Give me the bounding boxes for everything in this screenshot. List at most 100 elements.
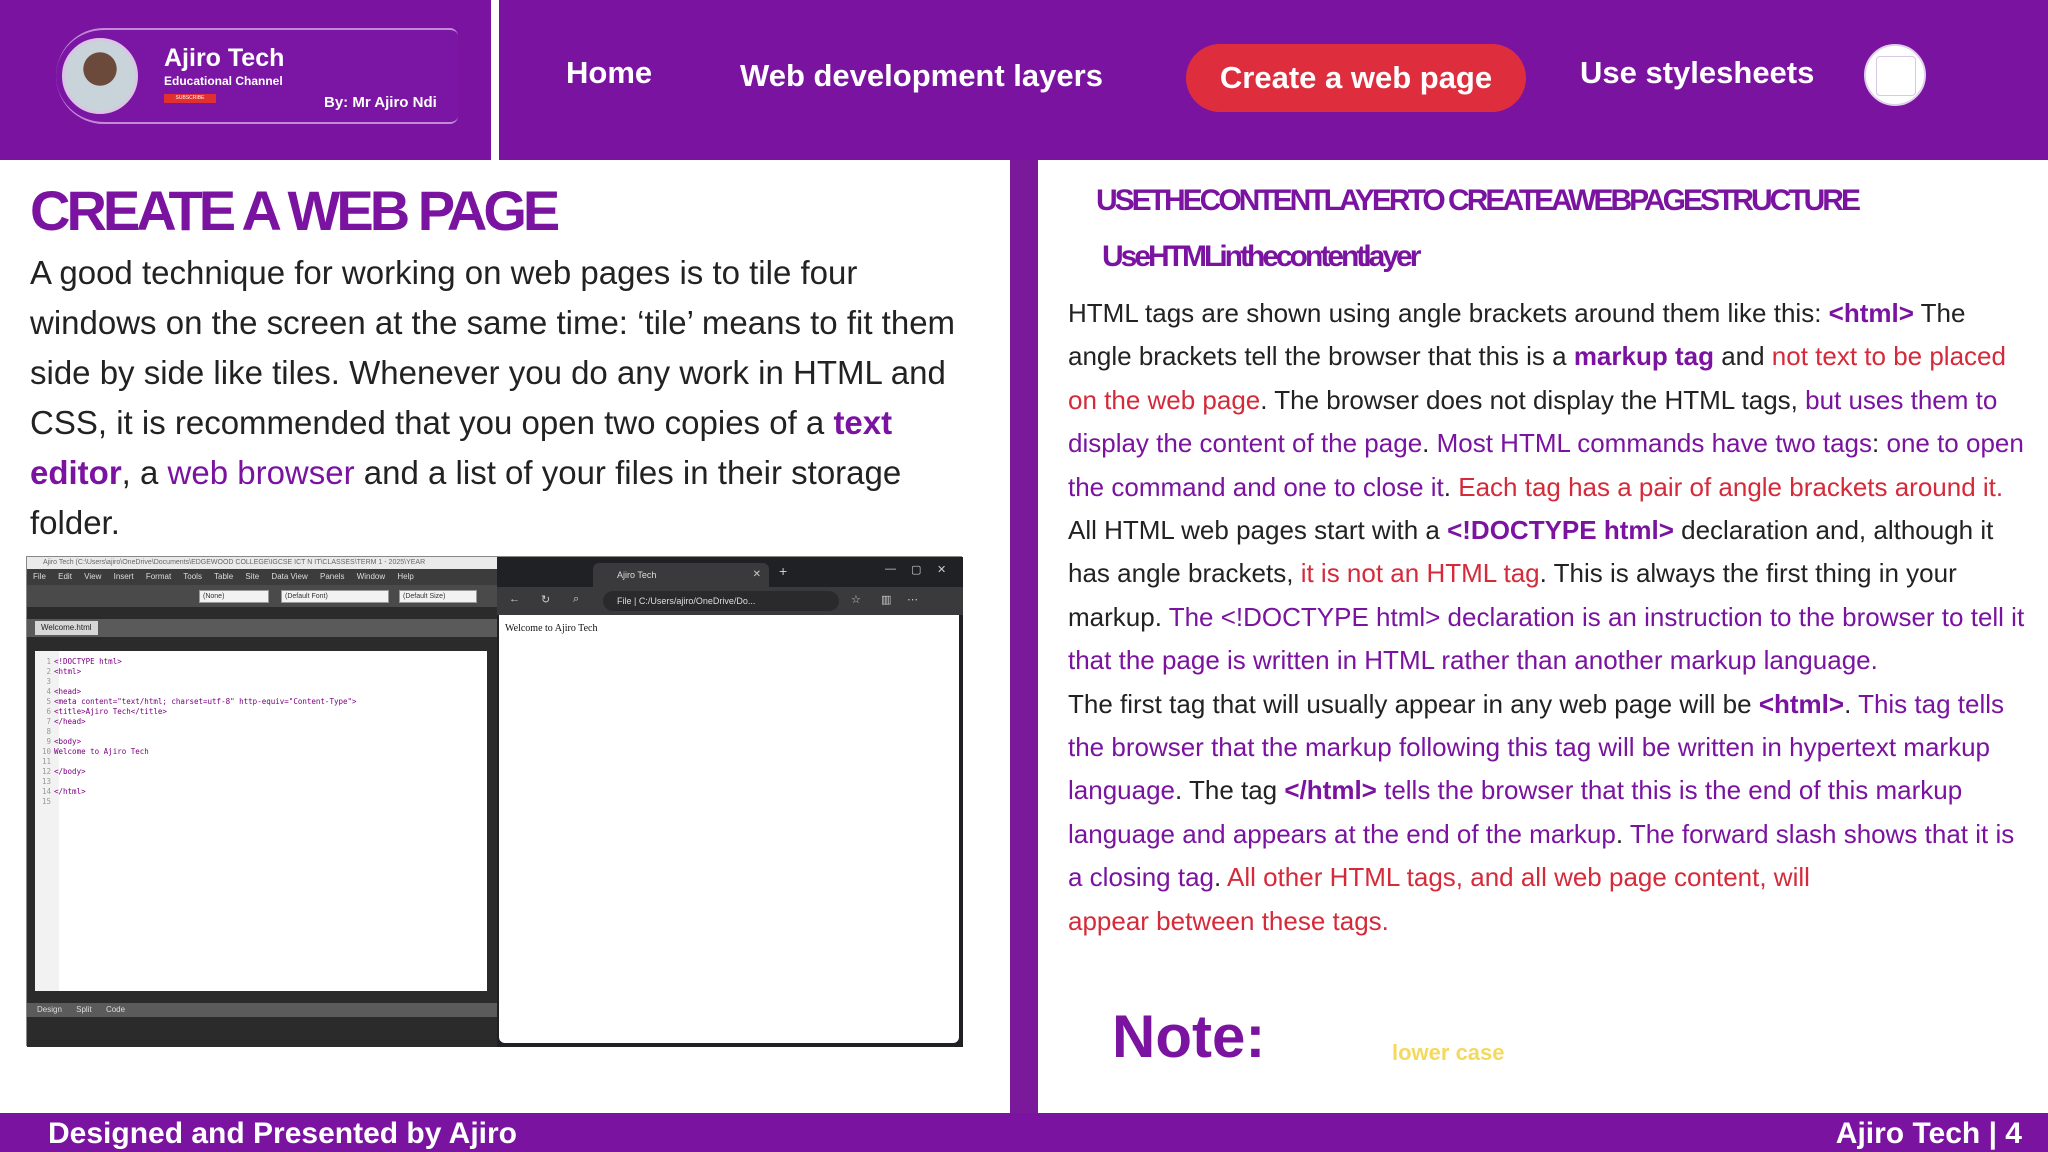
body-text-segment [1377, 775, 1384, 805]
code-text: <head> [54, 687, 82, 696]
menu-data-view[interactable]: Data View [271, 572, 307, 581]
maximize-icon[interactable]: ▢ [911, 563, 921, 576]
close-tab-icon[interactable]: ✕ [753, 563, 761, 587]
body-text-segment: <!DOCTYPE html> [1447, 515, 1674, 546]
editor-title-bar: Ajiro Tech (C:\Users\ajiro\OneDrive\Docu… [27, 557, 497, 569]
line-number: 7 [46, 717, 51, 726]
footer-page-number: Ajiro Tech | 4 [1835, 1117, 2022, 1150]
line-number: 3 [46, 677, 51, 686]
minimize-icon[interactable]: — [885, 563, 896, 575]
nav-web-development-layers[interactable]: Web development layers [740, 58, 1103, 94]
line-number: 4 [46, 687, 51, 696]
browser-tab-bar: Ajiro Tech ✕ + — ▢ ✕ [497, 557, 963, 587]
line-number: 12 [41, 767, 51, 776]
body-text-segment: markup tag [1573, 341, 1714, 372]
footer-bar: Designed and Presented by Ajiro Ajiro Te… [0, 1113, 2048, 1152]
channel-logo[interactable]: Ajiro Tech Educational Channel SUBSCRIBE… [56, 28, 458, 124]
logo-byline: By: Mr Ajiro Ndi [324, 94, 437, 111]
body-text-segment: . The browser does not display the HTML … [1260, 384, 1806, 415]
url-text: C:/Users/ajiro/OneDrive/Do... [638, 596, 756, 606]
browser-tab-title: Ajiro Tech [617, 570, 657, 580]
code-line: 14 </html> [37, 787, 86, 797]
search-icon[interactable]: ⌕ [573, 593, 579, 606]
editor-menu-bar: File Edit View Insert Format Tools Table… [27, 569, 497, 585]
code-text: </body> [54, 767, 86, 776]
intro-text-1: A good technique for working on web page… [30, 254, 956, 441]
body-text-segment: . [1422, 428, 1437, 459]
text-editor-window: Ajiro Tech (C:\Users\ajiro\OneDrive\Docu… [27, 557, 497, 1047]
size-dropdown[interactable]: (Default Size) [399, 590, 477, 603]
code-text: <body> [54, 737, 82, 746]
nav-home[interactable]: Home [566, 55, 652, 91]
menu-window[interactable]: Window [357, 572, 385, 581]
code-text: <!DOCTYPE html> [54, 657, 122, 666]
menu-edit[interactable]: Edit [58, 572, 72, 581]
view-code[interactable]: Code [106, 1005, 125, 1014]
code-text: <html> [54, 667, 82, 676]
file-tab-welcome[interactable]: Welcome.html [35, 621, 98, 635]
line-number: 10 [41, 747, 51, 756]
line-number: 14 [41, 787, 51, 796]
line-number: 8 [46, 727, 51, 736]
url-field[interactable]: File | C:/Users/ajiro/OneDrive/Do... [603, 591, 839, 611]
code-area[interactable]: 1 <!DOCTYPE html> 2 <html> 3 4 <head> 5 <meta co… [35, 651, 487, 991]
logo-title: Ajiro Tech [164, 44, 285, 72]
menu-format[interactable]: Format [146, 572, 171, 581]
note-label: Note: [1112, 1003, 1266, 1070]
nav-create-a-web-page[interactable]: Create a web page [1186, 44, 1526, 112]
menu-tools[interactable]: Tools [183, 572, 202, 581]
code-line: 11 [37, 757, 54, 767]
body-text-segment: HTML tags are shown using angle brackets… [1068, 298, 1829, 328]
section-heading: USETHECONTENTLAYERTO CREATEAWEBPAGESTRUC… [1096, 184, 1861, 217]
view-split[interactable]: Split [76, 1005, 92, 1014]
back-icon[interactable]: ← [509, 593, 520, 605]
menu-table[interactable]: Table [214, 572, 233, 581]
view-switcher: Design Split Code [27, 1003, 497, 1017]
code-text: <title>Ajiro Tech</title> [54, 707, 167, 716]
right-panel: USETHECONTENTLAYERTO CREATEAWEBPAGESTRUC… [1038, 160, 2048, 1113]
section-subheading: UseHTMLinthecontentlayer [1102, 240, 1421, 273]
header-divider [491, 0, 499, 160]
logo-subtitle: Educational Channel [164, 74, 283, 88]
style-dropdown[interactable]: (None) [199, 590, 269, 603]
line-number: 15 [41, 797, 51, 806]
home-icon[interactable] [1864, 44, 1926, 106]
favorite-icon[interactable]: ☆ [851, 593, 861, 606]
body-text-segment: The <!DOCTYPE html> declaration is an in… [1068, 601, 2025, 676]
tiled-windows-screenshot: Ajiro Tech (C:\Users\ajiro\OneDrive\Docu… [26, 556, 963, 1047]
refresh-icon[interactable]: ↻ [541, 593, 550, 606]
menu-panels[interactable]: Panels [320, 572, 344, 581]
code-text: </head> [54, 717, 86, 726]
logo-area: Ajiro Tech Educational Channel SUBSCRIBE… [0, 0, 491, 160]
header-bar: Ajiro Tech Educational Channel SUBSCRIBE… [0, 0, 2048, 160]
subscribe-button[interactable]: SUBSCRIBE [164, 94, 216, 103]
body-text-segment: . [1615, 818, 1630, 849]
close-window-icon[interactable]: ✕ [937, 563, 946, 576]
menu-view[interactable]: View [84, 572, 101, 581]
new-tab-icon[interactable]: + [779, 563, 787, 579]
menu-help[interactable]: Help [397, 572, 413, 581]
font-dropdown[interactable]: (Default Font) [281, 590, 389, 603]
web-browser-window: Ajiro Tech ✕ + — ▢ ✕ ← ↻ ⌕ File | C:/Use… [497, 557, 963, 1047]
menu-site[interactable]: Site [245, 572, 259, 581]
body-text-segment: Most HTML commands have two tags [1436, 428, 1873, 459]
menu-insert[interactable]: Insert [114, 572, 134, 581]
body-text-segment: Each tag has a pair of angle brackets ar… [1458, 471, 2004, 502]
more-options-icon[interactable]: ⋯ [907, 593, 918, 606]
page-title: CREATE A WEB PAGE [30, 179, 560, 242]
code-line: 13 [37, 777, 54, 787]
line-number: 13 [41, 777, 51, 786]
body-text-segment: . [1844, 688, 1859, 719]
view-design[interactable]: Design [37, 1005, 62, 1014]
keyword-web-browser: web browser [167, 454, 355, 491]
nav-use-stylesheets[interactable]: Use stylesheets [1580, 55, 1814, 91]
body-text-segment: All other HTML tags, and all web page co… [1227, 862, 1810, 893]
code-line: 6 <title>Ajiro Tech</title> [37, 707, 167, 717]
code-line: 10 Welcome to Ajiro Tech [37, 747, 149, 757]
avatar [62, 38, 138, 114]
menu-file[interactable]: File [33, 572, 46, 581]
browser-tab[interactable]: Ajiro Tech ✕ [593, 563, 769, 587]
split-screen-icon[interactable]: ▥ [881, 593, 891, 606]
code-line: 7 </head> [37, 717, 86, 727]
body-text-segment: <html> [1758, 688, 1845, 719]
